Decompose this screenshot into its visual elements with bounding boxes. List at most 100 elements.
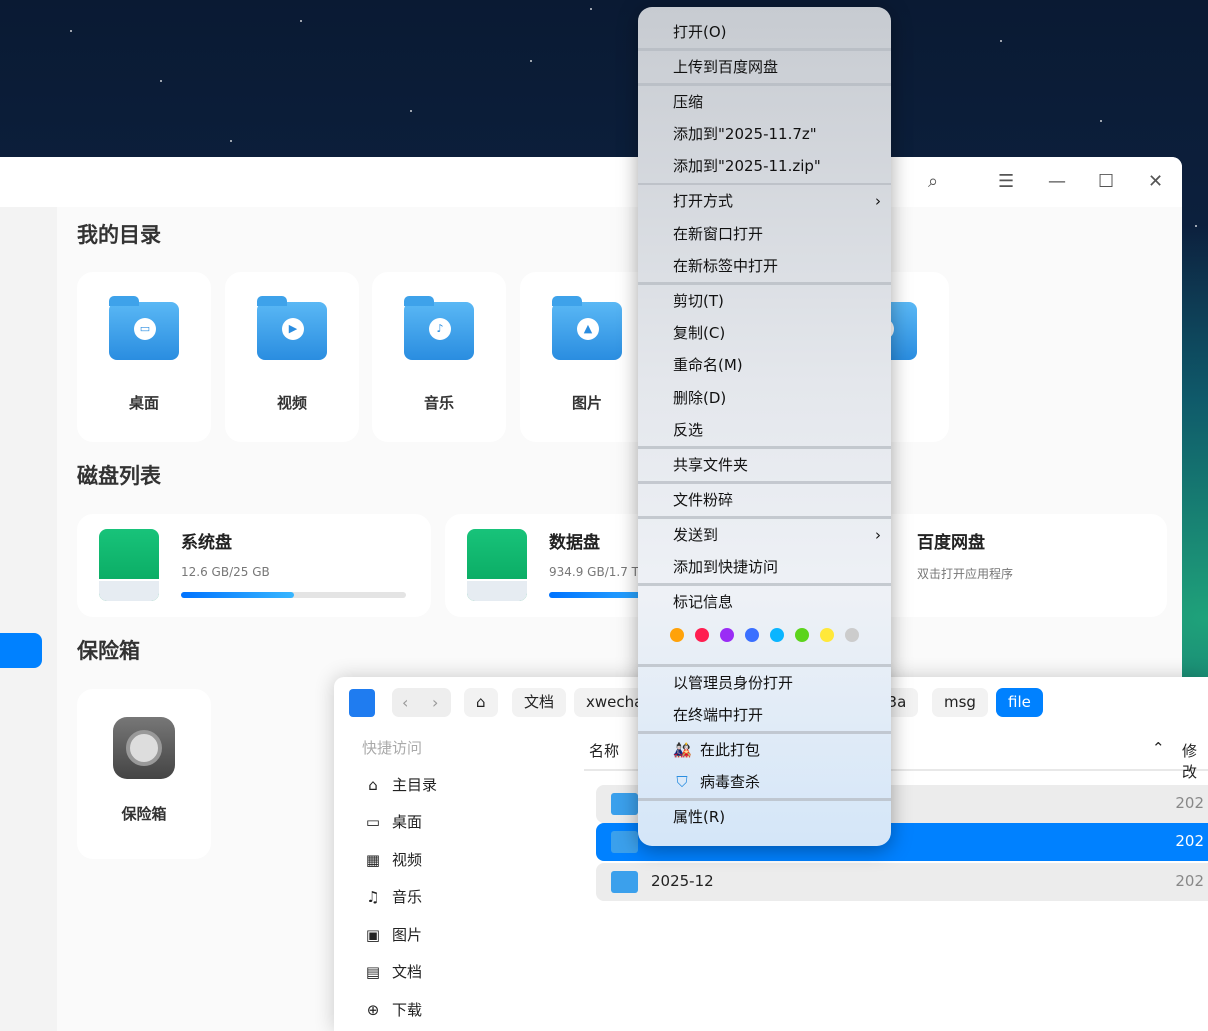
disk-usage-bar <box>181 592 406 598</box>
file-date: 202 <box>1175 872 1204 890</box>
menu-label: 打开方式 <box>673 192 734 211</box>
disk-name: 百度网盘 <box>917 533 985 553</box>
nav-buttons: ‹ › <box>392 688 451 717</box>
vault-label: 保险箱 <box>121 805 167 823</box>
qa-item-documents[interactable]: ▤ 文档 <box>362 961 422 982</box>
disk-size: 934.9 GB/1.7 TB <box>549 565 648 579</box>
menu-item-rename[interactable]: 重命名(M) <box>638 349 891 381</box>
breadcrumb-item[interactable]: 文档 <box>512 688 567 717</box>
back-button[interactable]: ‹ <box>402 688 408 717</box>
close-icon[interactable]: ✕ <box>1148 171 1163 192</box>
disk-name: 系统盘 <box>181 533 232 553</box>
app-icon <box>349 689 375 717</box>
menu-item-open[interactable]: 打开(O) <box>638 16 891 48</box>
menu-item-add-quick-access[interactable]: 添加到快捷访问 <box>638 551 891 583</box>
tag-color-picker <box>638 618 891 651</box>
dir-card-music[interactable]: ♪ 音乐 <box>372 272 506 442</box>
image-icon: ▣ <box>365 926 381 944</box>
tag-color-cyan[interactable] <box>770 627 784 642</box>
qa-label: 桌面 <box>392 813 423 831</box>
menu-icon[interactable]: ☰ <box>998 171 1014 192</box>
qa-item-downloads[interactable]: ⊕ 下载 <box>362 999 422 1020</box>
shield-icon: ⛉ <box>676 773 688 792</box>
tag-color-yellow[interactable] <box>820 627 834 642</box>
menu-item-virus-scan[interactable]: ⛉ 病毒查杀 <box>638 766 891 798</box>
folder-icon <box>611 871 638 893</box>
file-date: 202 <box>1175 832 1204 850</box>
desktop-folder-icon: ▭ <box>109 296 179 360</box>
maximize-icon[interactable]: ☐ <box>1098 171 1114 192</box>
section-vault: 保险箱 <box>77 639 140 663</box>
context-menu: 打开(O) 上传到百度网盘 压缩 添加到"2025-11.7z" 添加到"202… <box>638 7 891 846</box>
menu-item-open-new-tab[interactable]: 在新标签中打开 <box>638 250 891 282</box>
download-icon: ⊕ <box>366 1001 380 1019</box>
qa-label: 文档 <box>392 963 423 981</box>
menu-item-copy[interactable]: 复制(C) <box>638 317 891 349</box>
breadcrumb-current[interactable]: file <box>996 688 1043 717</box>
tag-color-red[interactable] <box>695 627 709 642</box>
qa-item-pictures[interactable]: ▣ 图片 <box>362 924 422 945</box>
sort-ascending-icon[interactable]: ⌃ <box>1152 739 1165 757</box>
menu-item-open-new-window[interactable]: 在新窗口打开 <box>638 218 891 250</box>
qa-label: 视频 <box>392 851 423 869</box>
dir-label: 音乐 <box>423 394 454 412</box>
menu-item-cut[interactable]: 剪切(T) <box>638 285 891 317</box>
tag-color-purple[interactable] <box>720 627 734 642</box>
music-icon: ♫ <box>366 888 380 906</box>
qa-item-videos[interactable]: ▦ 视频 <box>362 849 422 870</box>
menu-item-pack-here[interactable]: 🎎 在此打包 <box>638 734 891 766</box>
tag-color-gray[interactable] <box>845 627 859 642</box>
menu-label: 病毒查杀 <box>700 773 761 792</box>
menu-item-open-with[interactable]: 打开方式 › <box>638 185 891 217</box>
disk-size: 12.6 GB/25 GB <box>181 565 270 579</box>
sidebar <box>0 207 57 1031</box>
menu-item-delete[interactable]: 删除(D) <box>638 382 891 414</box>
disk-hint: 双击打开应用程序 <box>917 567 1014 581</box>
forward-button[interactable]: › <box>432 688 438 717</box>
file-name: 2025-12 <box>651 872 714 890</box>
breadcrumb-item[interactable]: msg <box>932 688 988 717</box>
breadcrumb-home[interactable]: ⌂ <box>464 688 498 717</box>
home-icon: ⌂ <box>368 776 378 794</box>
qa-item-home[interactable]: ⌂ 主目录 <box>362 774 437 795</box>
quick-access-title: 快捷访问 <box>362 739 423 757</box>
qa-item-music[interactable]: ♫ 音乐 <box>362 886 422 907</box>
vault-card[interactable]: 保险箱 <box>77 689 211 859</box>
menu-item-shred[interactable]: 文件粉碎 <box>638 484 891 516</box>
menu-item-invert-selection[interactable]: 反选 <box>638 414 891 446</box>
home-icon: ⌂ <box>476 693 486 711</box>
menu-item-open-in-terminal[interactable]: 在终端中打开 <box>638 699 891 731</box>
menu-item-properties[interactable]: 属性(R) <box>638 801 891 833</box>
menu-item-open-as-admin[interactable]: 以管理员身份打开 <box>638 667 891 699</box>
chevron-right-icon: › <box>875 192 881 211</box>
dir-label: 图片 <box>571 394 602 412</box>
disk-system[interactable]: 系统盘 12.6 GB/25 GB <box>77 514 431 617</box>
minimize-icon[interactable]: — <box>1048 171 1066 192</box>
menu-item-upload-baidu[interactable]: 上传到百度网盘 <box>638 51 891 83</box>
menu-item-share-folder[interactable]: 共享文件夹 <box>638 449 891 481</box>
sidebar-selected-item[interactable] <box>0 633 42 668</box>
menu-tag-label: 标记信息 <box>673 592 734 611</box>
menu-label: 发送到 <box>673 525 719 544</box>
dir-card-pictures[interactable]: ▲ 图片 <box>520 272 654 442</box>
search-icon[interactable]: ⌕ <box>928 171 938 192</box>
dir-card-videos[interactable]: ▶ 视频 <box>225 272 359 442</box>
desktop-icon: ▭ <box>365 813 381 831</box>
qa-label: 图片 <box>392 926 423 944</box>
qa-item-desktop[interactable]: ▭ 桌面 <box>362 811 422 832</box>
menu-item-compress[interactable]: 压缩 <box>638 86 891 118</box>
tag-color-green[interactable] <box>795 627 809 642</box>
tag-color-blue[interactable] <box>745 627 759 642</box>
packer-app-icon: 🎎 <box>673 740 692 759</box>
file-date: 202 <box>1175 794 1204 812</box>
disk-icon <box>99 529 159 601</box>
menu-item-send-to[interactable]: 发送到 › <box>638 519 891 551</box>
column-name[interactable]: 名称 <box>589 740 619 761</box>
menu-item-add-zip[interactable]: 添加到"2025-11.zip" <box>638 150 891 182</box>
tag-color-orange[interactable] <box>670 627 684 642</box>
menu-item-add-7z[interactable]: 添加到"2025-11.7z" <box>638 118 891 150</box>
section-my-dirs: 我的目录 <box>77 223 161 247</box>
dir-card-desktop[interactable]: ▭ 桌面 <box>77 272 211 442</box>
column-modified[interactable]: 修改 <box>1182 740 1208 782</box>
file-row[interactable]: 2025-12 202 <box>596 863 1208 901</box>
